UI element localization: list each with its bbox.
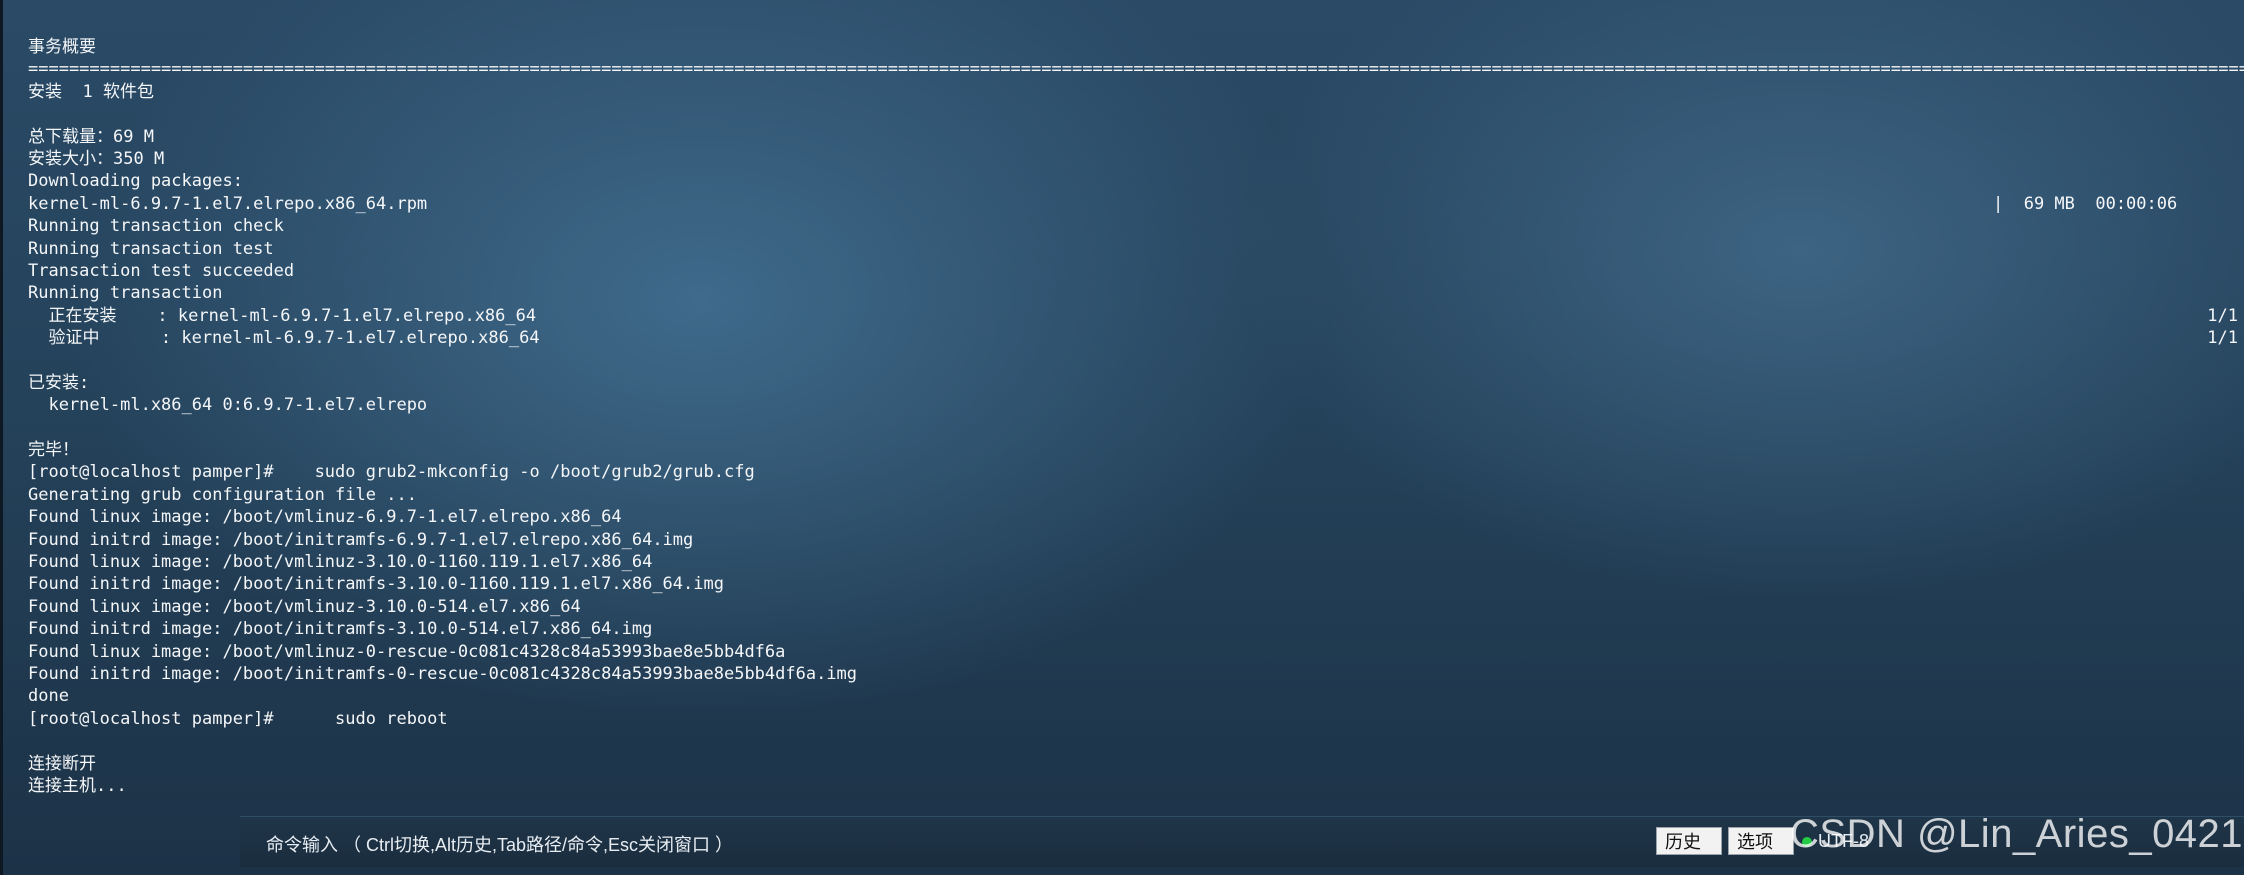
terminal-line-text: Found linux image: /boot/vmlinuz-3.10.0-… xyxy=(28,596,581,617)
terminal-line-text: 安装 1 软件包 xyxy=(28,81,154,102)
terminal-line: 安装 1 软件包 xyxy=(28,81,2238,103)
terminal-line-text: ========================================… xyxy=(28,59,2244,80)
terminal-line: done xyxy=(28,685,2238,707)
terminal-line-text: kernel-ml-6.9.7-1.el7.elrepo.x86_64.rpm xyxy=(28,193,428,214)
step-counter: 1/1 xyxy=(2207,328,2238,349)
terminal-line: Downloading packages: xyxy=(28,170,2238,192)
terminal-line: Found linux image: /boot/vmlinuz-3.10.0-… xyxy=(28,551,2238,573)
terminal-line: 已安装: xyxy=(28,372,2238,394)
terminal-line: [root@localhost pamper]# sudo reboot xyxy=(28,708,2238,730)
terminal-line-text: Found initrd image: /boot/initramfs-3.10… xyxy=(28,619,653,640)
window-edge xyxy=(0,0,3,875)
terminal-line-text: Found linux image: /boot/vmlinuz-3.10.0-… xyxy=(28,551,653,572)
terminal-line: kernel-ml-6.9.7-1.el7.elrepo.x86_64.rpm |… xyxy=(28,193,2238,215)
terminal-line-text: [root@localhost pamper]# sudo reboot xyxy=(28,708,448,729)
step-counter: 1/1 xyxy=(2207,305,2238,326)
terminal-line: 事务概要 xyxy=(28,36,2238,58)
terminal-line-text: done xyxy=(28,686,69,707)
terminal-line: Transaction test succeeded xyxy=(28,260,2238,282)
terminal-line: Running transaction test xyxy=(28,238,2238,260)
terminal-line-text: Running transaction test xyxy=(28,238,274,259)
watermark: CSDN @Lin_Aries_0421 xyxy=(1790,812,2244,856)
terminal-line: 安装大小：350 M xyxy=(28,148,2238,170)
terminal-line-text: 连接断开 xyxy=(28,753,96,774)
terminal-line: Found linux image: /boot/vmlinuz-6.9.7-1… xyxy=(28,506,2238,528)
terminal-line: Found initrd image: /boot/initramfs-0-re… xyxy=(28,663,2238,685)
terminal-line: [root@localhost pamper]# sudo grub2-mkco… xyxy=(28,461,2238,483)
terminal-line-text: Downloading packages: xyxy=(28,171,243,192)
command-input-label[interactable]: 命令输入 （ Ctrl切换,Alt历史,Tab路径/命令,Esc关闭窗口 ） xyxy=(266,831,733,857)
terminal-line-text: 已安装: xyxy=(28,372,90,393)
terminal-line-text: 事务概要 xyxy=(28,37,96,57)
terminal-line: Found initrd image: /boot/initramfs-6.9.… xyxy=(28,529,2238,551)
terminal-line: Found initrd image: /boot/initramfs-3.10… xyxy=(28,573,2238,595)
terminal-line: 连接主机... xyxy=(28,775,2238,797)
terminal-line: Generating grub configuration file ... xyxy=(28,484,2238,506)
terminal-line-text: Generating grub configuration file ... xyxy=(28,484,417,505)
terminal-line: 总下载量：69 M xyxy=(28,126,2238,148)
terminal-line: Found linux image: /boot/vmlinuz-0-rescu… xyxy=(28,641,2238,663)
terminal-window: 事务概要 ====================================… xyxy=(0,0,2244,875)
terminal-line: 连接断开 xyxy=(28,753,2238,775)
terminal-line: 正在安装 : kernel-ml-6.9.7-1.el7.elrepo.x86_… xyxy=(28,305,2238,327)
terminal-line-text: Found initrd image: /boot/initramfs-0-re… xyxy=(28,663,858,684)
terminal-line-text: 验证中 : kernel-ml-6.9.7-1.el7.elrepo.x86_6… xyxy=(28,328,540,349)
terminal-line-text: 总下载量：69 M xyxy=(28,126,154,147)
terminal-line-text: 完毕！ xyxy=(28,440,79,461)
terminal-line: Running transaction xyxy=(28,282,2238,304)
terminal-line-text: Found initrd image: /boot/initramfs-3.10… xyxy=(28,574,724,595)
terminal-line: Found linux image: /boot/vmlinuz-3.10.0-… xyxy=(28,596,2238,618)
terminal-line: 完毕！ xyxy=(28,439,2238,461)
history-button[interactable]: 历史 xyxy=(1656,827,1722,855)
terminal-line-text: Running transaction xyxy=(28,283,223,304)
options-button[interactable]: 选项 xyxy=(1728,827,1794,855)
terminal-line-text: Running transaction check xyxy=(28,216,284,237)
terminal-line: Found initrd image: /boot/initramfs-3.10… xyxy=(28,618,2238,640)
terminal-line-text: Found linux image: /boot/vmlinuz-6.9.7-1… xyxy=(28,507,622,528)
terminal-line: kernel-ml.x86_64 0:6.9.7-1.el7.elrepo xyxy=(28,394,2238,416)
terminal-line-text: Found linux image: /boot/vmlinuz-0-rescu… xyxy=(28,641,786,662)
terminal-line-text: kernel-ml.x86_64 0:6.9.7-1.el7.elrepo xyxy=(28,395,428,416)
terminal-line: ========================================… xyxy=(28,58,2244,80)
download-progress: | 69 MB 00:00:06 xyxy=(1993,193,2178,214)
terminal-line-text: Transaction test succeeded xyxy=(28,260,295,281)
terminal-line-text: 安装大小：350 M xyxy=(28,148,165,169)
terminal-output[interactable]: 事务概要 ====================================… xyxy=(28,36,2244,797)
terminal-line: 验证中 : kernel-ml-6.9.7-1.el7.elrepo.x86_6… xyxy=(28,327,2238,349)
terminal-line-text: 连接主机... xyxy=(28,775,127,796)
terminal-line-text: 正在安装 : kernel-ml-6.9.7-1.el7.elrepo.x86_… xyxy=(28,305,537,326)
terminal-line: Running transaction check xyxy=(28,215,2238,237)
terminal-line-text: [root@localhost pamper]# sudo grub2-mkco… xyxy=(28,462,755,483)
terminal-line-text: Found initrd image: /boot/initramfs-6.9.… xyxy=(28,529,694,550)
